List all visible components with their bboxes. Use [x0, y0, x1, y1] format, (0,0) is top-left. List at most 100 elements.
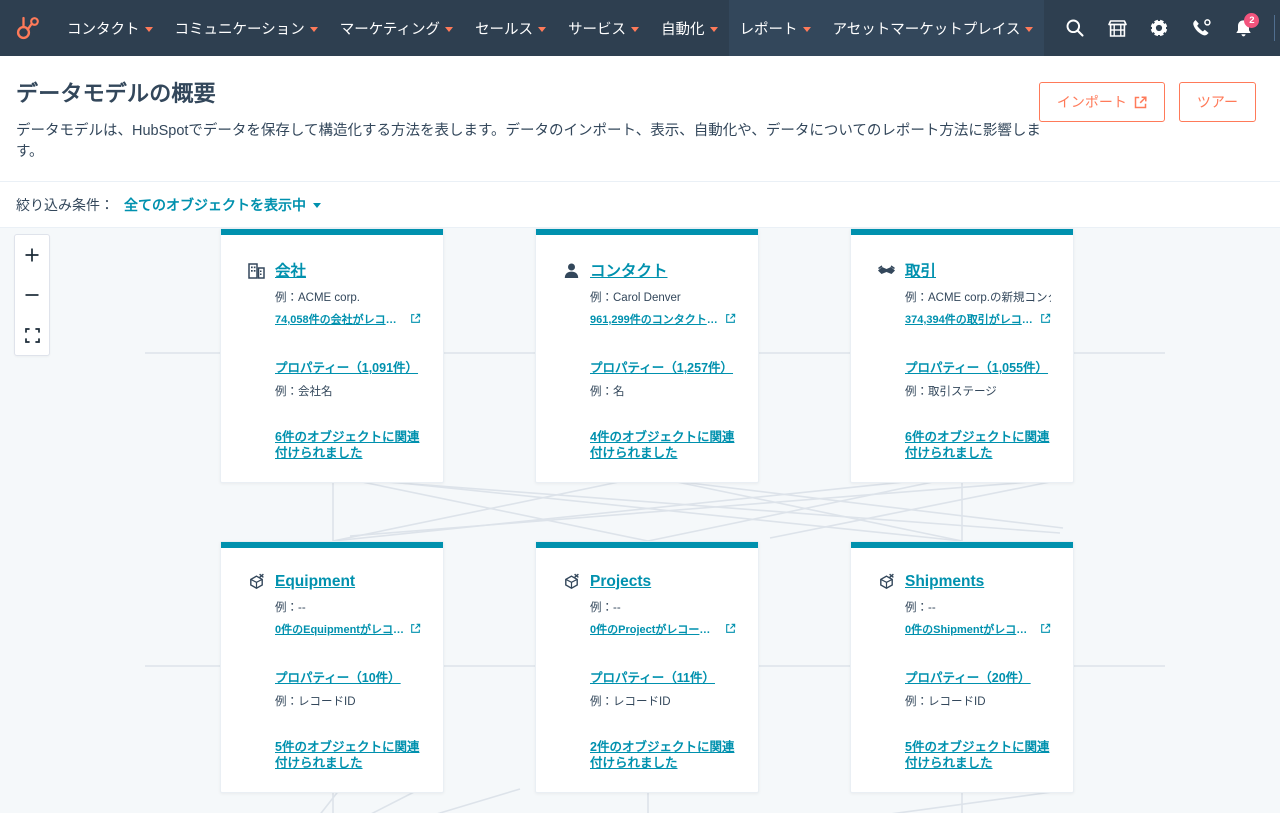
- object-card-shipments[interactable]: Shipments 例：-- 0件のShipmentがレコードが作成… プロパテ…: [850, 541, 1074, 793]
- external-link-icon: [410, 623, 421, 634]
- external-link-icon: [725, 623, 736, 634]
- object-card-company[interactable]: 会社 例：ACME corp. 74,058件の会社がレコードが作成… プロパテ…: [220, 228, 444, 483]
- header-action-buttons: インポート ツアー: [1038, 82, 1256, 122]
- card-associations-link[interactable]: 4件のオブジェクトに関連付けられました: [590, 429, 736, 462]
- external-link-icon: [1040, 313, 1051, 324]
- card-properties-example: 例：取引ステージ: [905, 386, 997, 399]
- card-associations-link[interactable]: 2件のオブジェクトに関連付けられました: [590, 739, 736, 772]
- card-title-row: Shipments: [877, 572, 1051, 591]
- nav-item-contacts[interactable]: コンタクト: [56, 0, 164, 56]
- card-associations-link[interactable]: 5件のオブジェクトに関連付けられました: [275, 739, 421, 772]
- plus-icon: [24, 247, 40, 263]
- building-icon: [247, 261, 266, 280]
- nav-item-automation[interactable]: 自動化: [650, 0, 729, 56]
- card-title-row: Equipment: [247, 572, 421, 591]
- card-records-label: 74,058件の会社がレコードが作成…: [275, 314, 404, 327]
- card-title-link[interactable]: Shipments: [905, 573, 984, 591]
- card-associations-group: 2件のオブジェクトに関連付けられました: [562, 739, 736, 772]
- nav-item-communications[interactable]: コミュニケーション: [164, 0, 329, 56]
- external-link-icon: [1134, 95, 1147, 109]
- card-properties-example: 例：レコードID: [905, 696, 986, 709]
- chevron-down-icon: [538, 26, 547, 32]
- import-button-label: インポート: [1056, 94, 1127, 110]
- object-card-equipment[interactable]: Equipment 例：-- 0件のEquipmentがレコードが作… プロパテ…: [220, 541, 444, 793]
- gear-icon[interactable]: [1139, 0, 1179, 56]
- card-title-row: コンタクト: [562, 259, 736, 281]
- card-properties-group: プロパティー（11件） 例：レコードID: [562, 667, 736, 709]
- object-card-contact[interactable]: コンタクト 例：Carol Denver 961,299件のコンタクトがレコード…: [535, 228, 759, 483]
- nav-item-service[interactable]: サービス: [557, 0, 650, 56]
- nav-item-sales[interactable]: セールス: [464, 0, 557, 56]
- card-properties-link[interactable]: プロパティー（1,091件）: [275, 357, 421, 376]
- card-records-link[interactable]: 374,394件の取引がレコードが作…: [905, 311, 1051, 327]
- search-icon[interactable]: [1055, 0, 1095, 56]
- nav-item-asset-marketplace[interactable]: アセットマーケットプレイス: [822, 0, 1045, 56]
- filter-label: 絞り込み条件：: [16, 196, 114, 213]
- filter-bar: 絞り込み条件： 全てのオブジェクトを表示中: [0, 182, 1280, 229]
- card-properties-group: プロパティー（1,257件） 例：名: [562, 357, 736, 399]
- chevron-down-icon: [144, 26, 153, 32]
- object-filter-dropdown[interactable]: 全てのオブジェクトを表示中: [124, 195, 321, 215]
- card-associations-group: 4件のオブジェクトに関連付けられました: [562, 429, 736, 462]
- object-card-deal[interactable]: 取引 例：ACME corp.の新規コンタクト 374,394件の取引がレコード…: [850, 228, 1074, 483]
- object-filter-value: 全てのオブジェクトを表示中: [124, 196, 306, 213]
- card-records-link[interactable]: 0件のProjectがレコードが作成さ…: [590, 621, 736, 637]
- object-card-projects[interactable]: Projects 例：-- 0件のProjectがレコードが作成さ… プロパティ…: [535, 541, 759, 793]
- card-example: 例：--: [590, 602, 621, 615]
- hubspot-sprocket-icon: [15, 15, 41, 41]
- nav-group-active: レポート アセットマーケットプレイス: [728, 0, 1045, 56]
- nav-icon-group: 2: [1055, 0, 1280, 56]
- card-associations-group: 5件のオブジェクトに関連付けられました: [247, 739, 421, 772]
- card-associations-link[interactable]: 6件のオブジェクトに関連付けられました: [275, 429, 421, 462]
- card-title-row: 会社: [247, 259, 421, 281]
- card-associations-group: 6件のオブジェクトに関連付けられました: [877, 429, 1051, 462]
- card-properties-link[interactable]: プロパティー（10件）: [275, 667, 421, 686]
- card-properties-link[interactable]: プロパティー（1,055件）: [905, 357, 1051, 376]
- card-properties-link[interactable]: プロパティー（1,257件）: [590, 357, 736, 376]
- page-header: データモデルの概要 データモデルは、HubSpotでデータを保存して構造化する方…: [0, 56, 1280, 183]
- card-associations-link[interactable]: 5件のオブジェクトに関連付けられました: [905, 739, 1051, 772]
- chevron-down-icon: [802, 26, 811, 32]
- card-title-link[interactable]: 取引: [905, 259, 936, 281]
- card-properties-example: 例：レコードID: [590, 696, 671, 709]
- card-properties-group: プロパティー（1,091件） 例：会社名: [247, 357, 421, 399]
- tour-button[interactable]: ツアー: [1178, 82, 1256, 122]
- card-title-link[interactable]: Equipment: [275, 573, 355, 591]
- nav-item-marketing[interactable]: マーケティング: [329, 0, 464, 56]
- data-model-canvas[interactable]: 会社 例：ACME corp. 74,058件の会社がレコードが作成… プロパテ…: [0, 228, 1280, 813]
- nav-item-partners[interactable]: パートナ: [1044, 0, 1055, 56]
- import-button[interactable]: インポート: [1038, 82, 1165, 122]
- zoom-out-button[interactable]: [15, 275, 49, 315]
- card-records-link[interactable]: 961,299件のコンタクトがレコード…: [590, 311, 736, 327]
- marketplace-icon[interactable]: [1097, 0, 1137, 56]
- notifications-bell-icon[interactable]: 2: [1223, 0, 1263, 56]
- nav-group-primary: コンタクト コミュニケーション マーケティング セールス サービス 自動化: [56, 0, 729, 56]
- card-title-link[interactable]: コンタクト: [590, 259, 668, 281]
- card-title-link[interactable]: 会社: [275, 259, 306, 281]
- zoom-in-button[interactable]: [15, 235, 49, 275]
- card-title-row: 取引: [877, 259, 1051, 281]
- card-properties-link[interactable]: プロパティー（11件）: [590, 667, 736, 686]
- card-title-link[interactable]: Projects: [590, 573, 651, 591]
- card-records-link[interactable]: 74,058件の会社がレコードが作成…: [275, 311, 421, 327]
- phone-icon[interactable]: [1181, 0, 1221, 56]
- nav-label: セールス: [475, 21, 534, 38]
- nav-label: コンタクト: [67, 21, 140, 38]
- card-properties-link[interactable]: プロパティー（20件）: [905, 667, 1051, 686]
- card-body: Equipment 例：-- 0件のEquipmentがレコードが作… プロパテ…: [221, 548, 443, 792]
- nav-item-reports[interactable]: レポート: [729, 0, 822, 56]
- card-records-link[interactable]: 0件のEquipmentがレコードが作…: [275, 621, 421, 637]
- card-properties-example: 例：レコードID: [275, 696, 356, 709]
- fit-to-screen-button[interactable]: [15, 315, 49, 355]
- hubspot-logo[interactable]: [0, 0, 56, 56]
- nav-label: サービス: [568, 21, 627, 38]
- card-properties-example: 例：名: [590, 386, 625, 399]
- nav-divider: [1274, 15, 1276, 41]
- card-associations-group: 5件のオブジェクトに関連付けられました: [877, 739, 1051, 772]
- card-associations-link[interactable]: 6件のオブジェクトに関連付けられました: [905, 429, 1051, 462]
- handshake-icon: [877, 261, 896, 280]
- external-link-icon: [1040, 623, 1051, 634]
- page-description: データモデルは、HubSpotでデータを保存して構造化する方法を表します。データ…: [16, 123, 1041, 161]
- card-records-link[interactable]: 0件のShipmentがレコードが作成…: [905, 621, 1051, 637]
- chevron-down-icon: [709, 26, 718, 32]
